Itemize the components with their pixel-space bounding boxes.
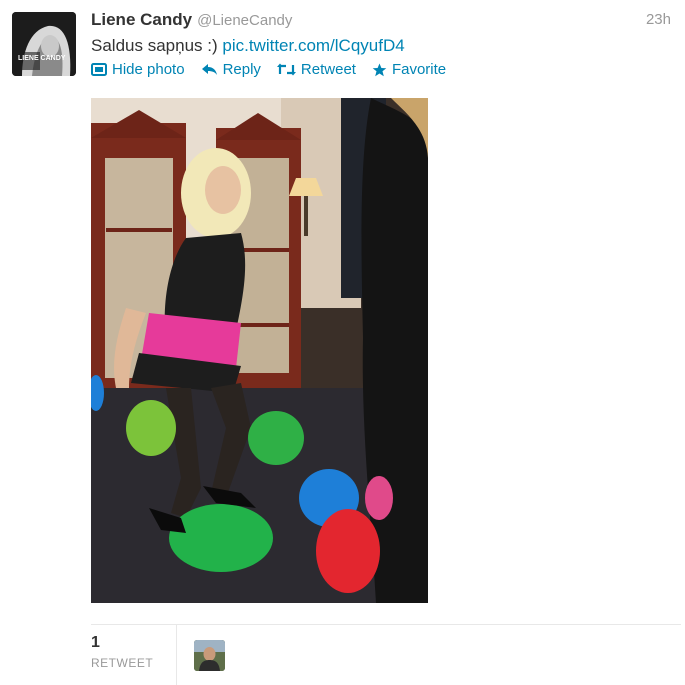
tweet-photo[interactable] [91,98,428,603]
user-handle[interactable]: @LieneCandy [197,12,292,29]
retweet-stats[interactable]: 1 RETWEET [91,634,153,670]
retweet-label: Retweet [300,61,356,78]
tweet-link[interactable]: pic.twitter.com/lCqyufD4 [222,36,404,55]
display-name[interactable]: Liene Candy [91,10,192,29]
reply-button[interactable]: Reply [201,61,261,78]
photo-icon [91,63,107,76]
tweet-text: Saldus sapņus :) pic.twitter.com/lCqyufD… [91,36,405,56]
retweet-icon [276,63,296,76]
tweet-header: Liene Candy @LieneCandy 23h [91,10,673,32]
reply-icon [201,64,217,75]
retweet-button[interactable]: Retweet [276,61,356,78]
tweet-body: Saldus sapņus :) [91,36,223,55]
favorite-button[interactable]: Favorite [372,61,446,78]
reply-label: Reply [222,61,261,78]
retweet-count-label: RETWEET [91,656,154,670]
retweeter-avatar[interactable] [194,640,225,671]
hide-photo-button[interactable]: Hide photo [91,61,185,78]
favorite-label: Favorite [391,61,447,78]
star-icon [372,63,387,76]
tweet-actions: Hide photo Reply Retweet Favorite [91,61,462,78]
user-avatar[interactable]: LIENE CANDY [12,12,76,76]
retweet-count: 1 [91,634,100,651]
stats-separator [176,625,177,685]
divider [91,624,681,625]
avatar-text: LIENE CANDY [18,55,66,62]
hide-photo-label: Hide photo [112,61,185,78]
tweet-timestamp[interactable]: 23h [646,11,671,28]
